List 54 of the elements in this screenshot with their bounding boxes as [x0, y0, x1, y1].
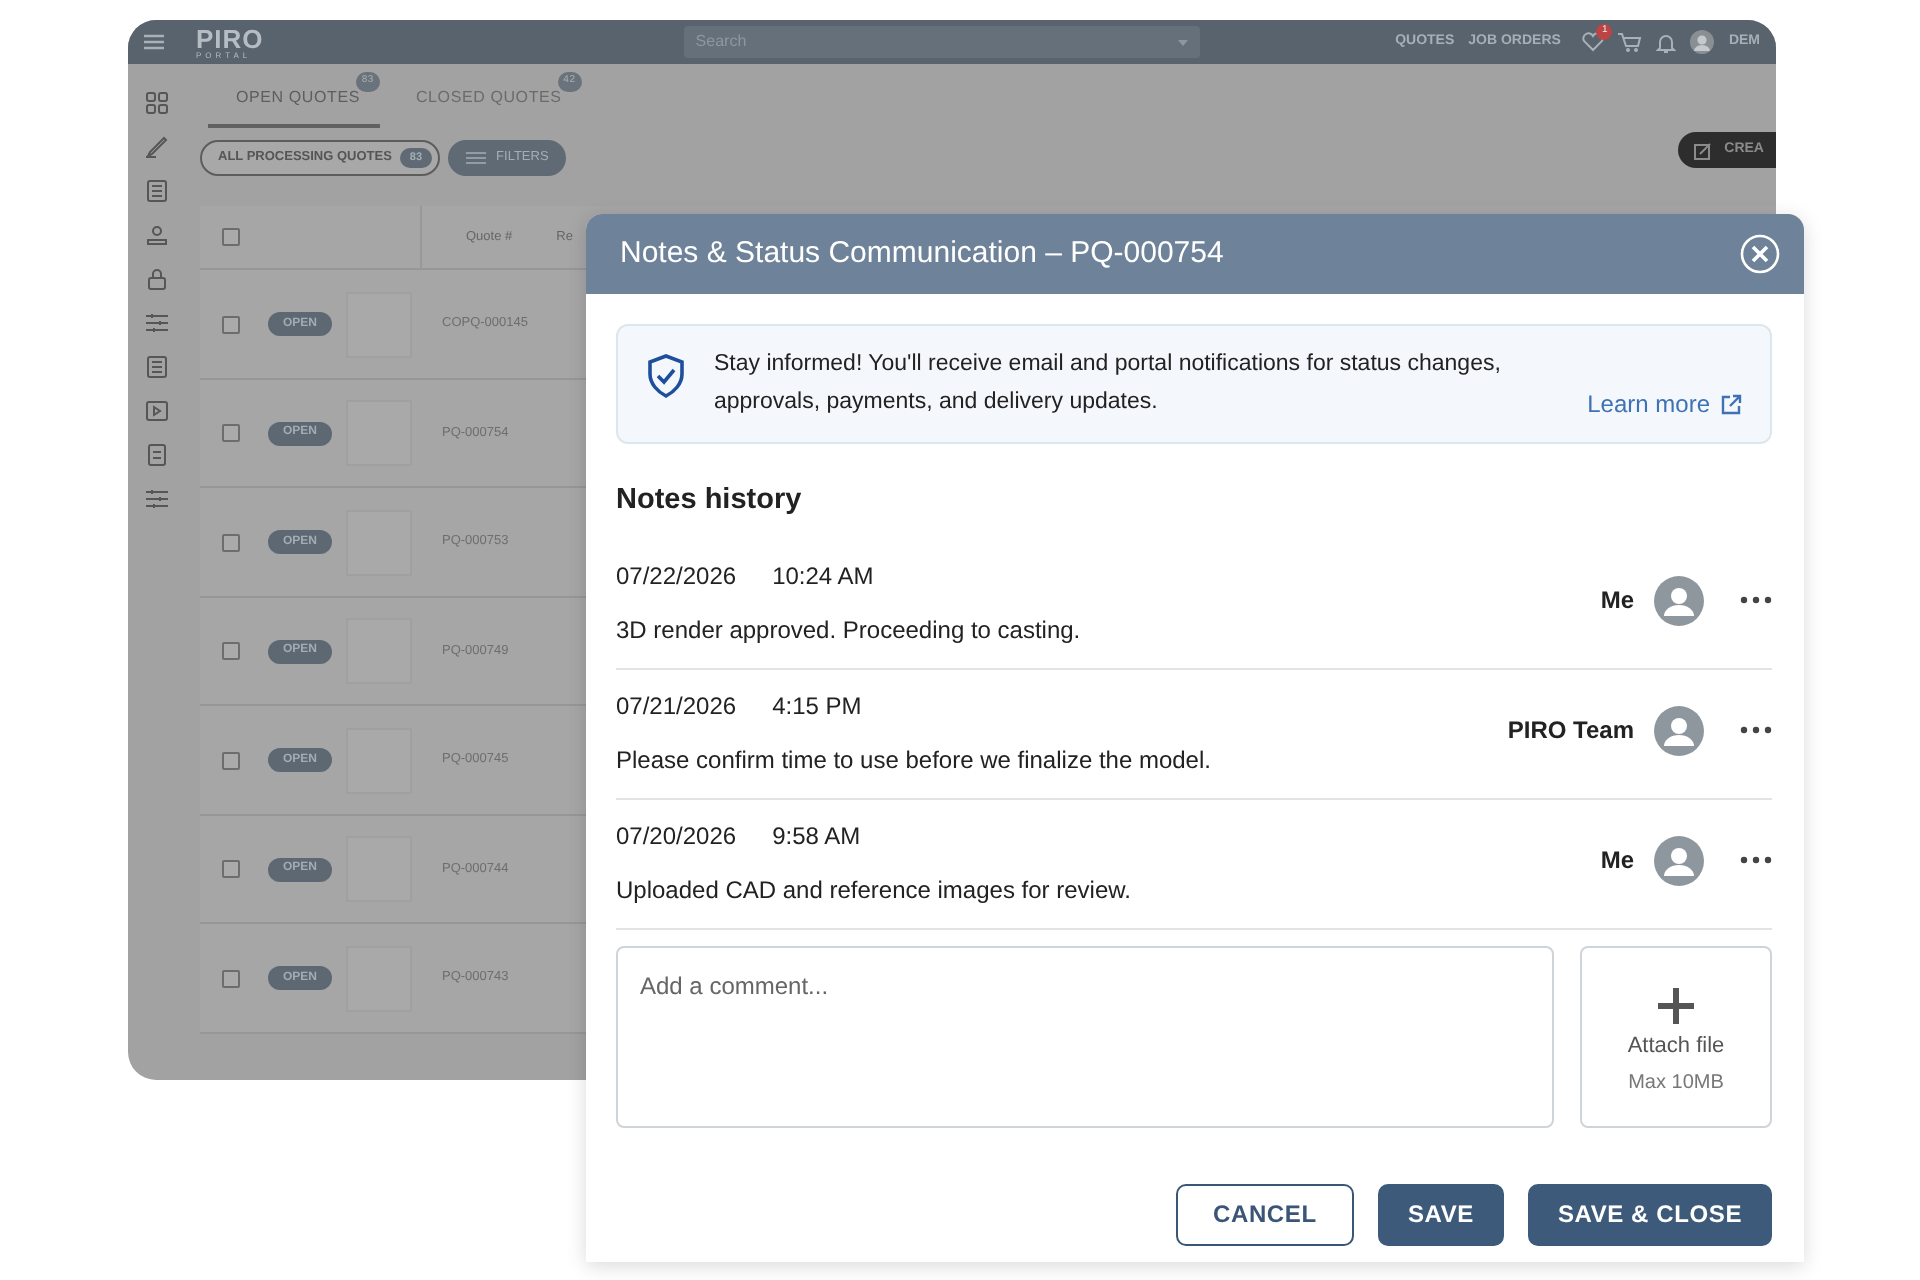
- note-time: 4:15 PM: [772, 689, 862, 724]
- note-text: 3D render approved. Proceeding to casting.: [616, 613, 1081, 648]
- person-icon[interactable]: [145, 224, 167, 246]
- learn-more-link[interactable]: Learn more: [1587, 386, 1742, 422]
- document-icon[interactable]: [145, 444, 167, 466]
- info-message: Stay informed! You'll receive email and portal notifications for status changes, approvals, payments, and delivery updates.: [714, 350, 1503, 418]
- more-icon[interactable]: [1740, 596, 1772, 605]
- note-text: Uploaded CAD and reference images for review.: [616, 873, 1131, 908]
- note-date: 07/20/2026: [616, 819, 737, 854]
- grid-icon[interactable]: [145, 92, 167, 114]
- note-author: PIRO Team: [1507, 714, 1634, 749]
- external-link-icon: [1720, 393, 1742, 415]
- note-author: Me: [1600, 844, 1634, 879]
- heart-icon[interactable]: [1582, 32, 1605, 52]
- note-date: 07/21/2026: [616, 689, 737, 724]
- close-icon[interactable]: [1740, 234, 1780, 274]
- note-time: 9:58 AM: [772, 819, 861, 854]
- attach-file-button[interactable]: Attach file Max 10MB: [1580, 945, 1772, 1128]
- checkbox[interactable]: [221, 642, 239, 660]
- checkbox[interactable]: [221, 751, 239, 769]
- avatar-icon: [1654, 835, 1704, 886]
- shield-check-icon: [646, 354, 686, 398]
- checkbox[interactable]: [221, 969, 239, 987]
- avatar-icon: [1654, 705, 1704, 756]
- list-icon[interactable]: [145, 356, 167, 378]
- checkbox[interactable]: [221, 533, 239, 551]
- note-time: 10:24 AM: [772, 559, 874, 594]
- more-icon[interactable]: [1740, 856, 1772, 865]
- edit-icon: [1694, 141, 1713, 160]
- avatar-icon: [1654, 575, 1704, 626]
- avatar-icon[interactable]: [1690, 30, 1715, 54]
- lock-icon[interactable]: [145, 268, 167, 290]
- checkbox[interactable]: [221, 228, 239, 247]
- action-button[interactable]: SAVE: [1377, 1183, 1504, 1246]
- pen-icon[interactable]: [145, 136, 167, 158]
- bell-icon[interactable]: [1656, 31, 1677, 53]
- checkbox[interactable]: [221, 424, 239, 442]
- list-icon[interactable]: [145, 180, 167, 202]
- action-button[interactable]: SAVE & CLOSE: [1527, 1183, 1772, 1246]
- checkbox[interactable]: [221, 315, 239, 333]
- more-icon[interactable]: [1740, 726, 1772, 735]
- note-text: Please confirm time to use before we finalize the model.: [616, 743, 1211, 778]
- plus-icon: [1656, 986, 1696, 1026]
- modal-title: Notes & Status Communication – PQ-000754: [620, 233, 1224, 274]
- cart-icon[interactable]: [1618, 32, 1643, 52]
- comment-field[interactable]: Add a comment...: [616, 945, 1554, 1128]
- play-icon[interactable]: [145, 400, 167, 422]
- menu-icon[interactable]: [144, 34, 164, 50]
- note-date: 07/22/2026: [616, 559, 737, 594]
- note-author: Me: [1600, 584, 1634, 619]
- checkbox[interactable]: [221, 860, 239, 878]
- caret-icon: [1177, 39, 1188, 45]
- section-heading: Notes history: [616, 482, 804, 520]
- action-button[interactable]: CANCEL: [1175, 1183, 1354, 1246]
